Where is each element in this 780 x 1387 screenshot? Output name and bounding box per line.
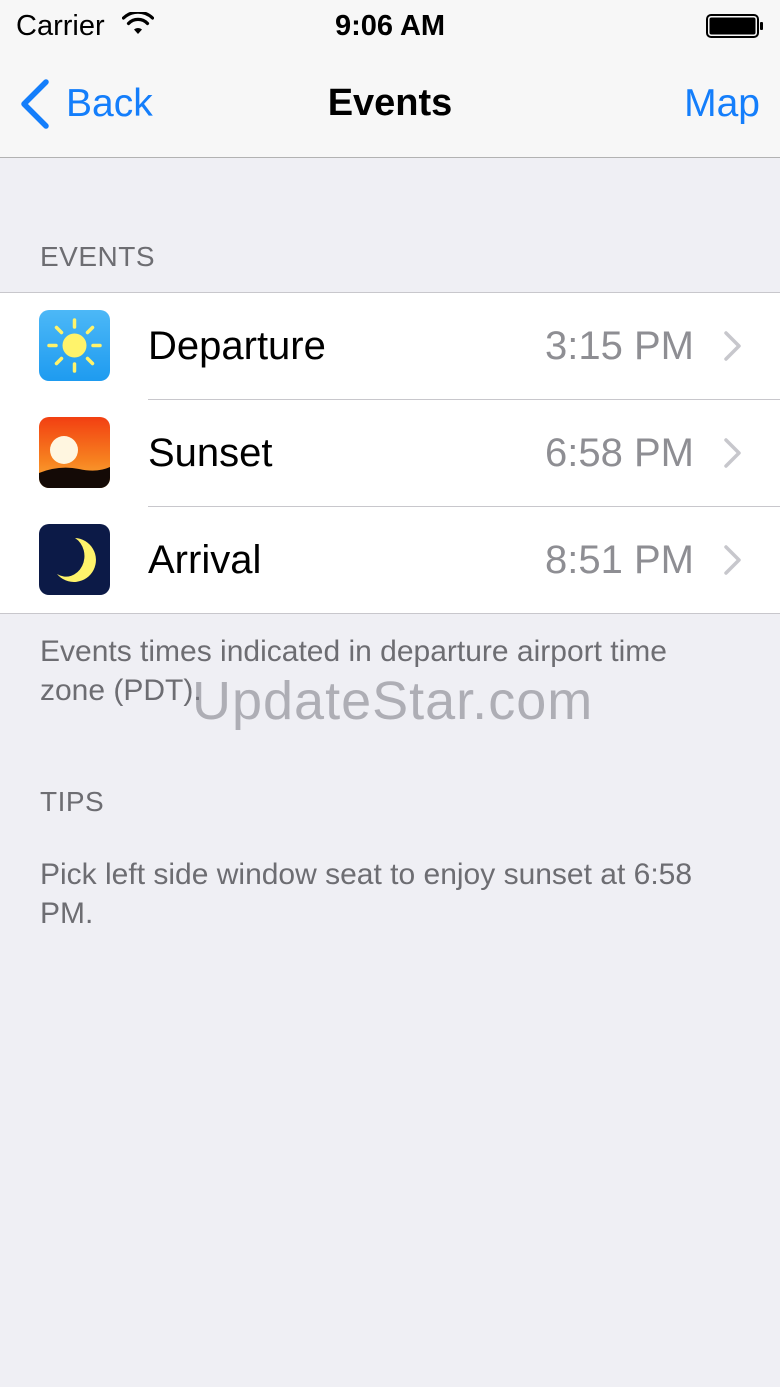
- event-time: 6:58 PM: [545, 431, 694, 475]
- event-title: Sunset: [148, 431, 273, 475]
- status-bar: Carrier 9:06 AM: [0, 0, 780, 54]
- chevron-right-icon: [724, 331, 741, 361]
- events-table: Departure 3:15 PM Sunset 6:58 PM Arrival…: [0, 292, 780, 614]
- tips-text: Pick left side window seat to enjoy suns…: [40, 858, 693, 930]
- event-row-arrival[interactable]: Arrival 8:51 PM: [0, 507, 780, 614]
- event-row-departure[interactable]: Departure 3:15 PM: [0, 293, 780, 400]
- chevron-right-icon: [724, 545, 741, 575]
- event-title: Departure: [148, 324, 326, 368]
- chevron-right-icon: [724, 438, 741, 468]
- status-time: 9:06 AM: [334, 10, 446, 42]
- event-row-sunset[interactable]: Sunset 6:58 PM: [0, 400, 780, 507]
- watermark: UpdateStar.com: [192, 671, 594, 731]
- event-time: 3:15 PM: [545, 324, 694, 368]
- map-button[interactable]: Map: [684, 82, 760, 126]
- page-title: Events: [327, 82, 453, 124]
- event-time: 8:51 PM: [545, 538, 694, 582]
- navigation-bar: Back Events Map: [0, 54, 780, 158]
- sun-icon: [39, 310, 110, 381]
- battery-icon: [706, 14, 763, 38]
- sunset-icon: [39, 417, 110, 488]
- moon-icon: [39, 524, 110, 595]
- tips-section-header: TIPS: [40, 786, 105, 817]
- events-section-header: EVENTS: [40, 241, 156, 272]
- event-title: Arrival: [148, 538, 262, 582]
